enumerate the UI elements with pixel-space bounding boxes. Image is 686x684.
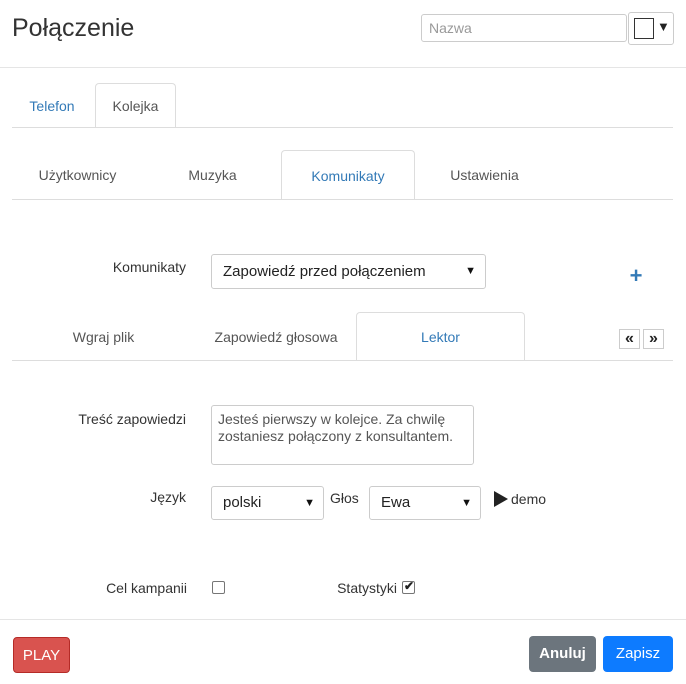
chevron-down-icon: ▼ <box>304 497 315 509</box>
checkmark-icon: ✔ <box>404 579 415 593</box>
tabs-divider <box>12 127 673 128</box>
stats-label: Statystyki <box>337 580 397 596</box>
language-label: Język <box>150 489 186 505</box>
campaign-checkbox[interactable] <box>212 581 225 594</box>
chevron-down-icon: ▼ <box>657 19 670 34</box>
page-title: Połączenie <box>12 14 135 42</box>
announcement-textarea[interactable]: Jesteś pierwszy w kolejce. Za chwilę zos… <box>211 405 474 465</box>
name-input[interactable] <box>421 14 627 42</box>
scroll-left-button[interactable]: « <box>619 329 640 349</box>
chevron-down-icon: ▼ <box>465 265 476 277</box>
voice-select-value: Ewa <box>381 494 411 511</box>
tabs-divider <box>12 199 673 200</box>
tab-ustawienia[interactable]: Ustawienia <box>417 151 552 200</box>
plus-icon[interactable]: + <box>625 263 647 289</box>
komunikaty-label: Komunikaty <box>112 259 186 275</box>
komunikaty-select[interactable]: Zapowiedź przed połączeniem ▼ <box>211 254 486 289</box>
color-swatch-icon <box>634 18 654 39</box>
voice-select[interactable]: Ewa ▼ <box>369 486 481 520</box>
header-divider <box>0 67 686 68</box>
color-picker-button[interactable]: ▼ <box>628 12 674 45</box>
scroll-right-button[interactable]: » <box>643 329 664 349</box>
play-button[interactable]: PLAY <box>13 637 70 673</box>
stats-checkbox[interactable]: ✔ <box>402 579 415 594</box>
tab-wgraj-plik[interactable]: Wgraj plik <box>12 313 195 361</box>
tab-uzytkownicy[interactable]: Użytkownicy <box>12 151 143 200</box>
tab-lektor[interactable]: Lektor <box>356 312 525 361</box>
tab-kolejka[interactable]: Kolejka <box>95 83 176 128</box>
komunikaty-select-value: Zapowiedź przed połączeniem <box>223 263 426 280</box>
tab-telefon[interactable]: Telefon <box>12 84 92 128</box>
tabs-divider <box>12 360 673 361</box>
campaign-label: Cel kampanii <box>106 580 187 596</box>
footer-divider <box>0 619 686 620</box>
tab-komunikaty[interactable]: Komunikaty <box>281 150 415 200</box>
tab-zapowiedz-glosowa[interactable]: Zapowiedź głosowa <box>196 313 356 361</box>
play-icon[interactable] <box>494 491 508 507</box>
cancel-button[interactable]: Anuluj <box>529 636 596 672</box>
save-button[interactable]: Zapisz <box>603 636 673 672</box>
demo-link[interactable]: demo <box>511 491 546 507</box>
chevron-down-icon: ▼ <box>461 497 472 509</box>
voice-label: Głos <box>330 490 359 506</box>
language-select[interactable]: polski ▼ <box>211 486 324 520</box>
language-select-value: polski <box>223 494 262 511</box>
tab-muzyka[interactable]: Muzyka <box>146 151 279 200</box>
text-label: Treść zapowiedzi <box>78 411 186 427</box>
